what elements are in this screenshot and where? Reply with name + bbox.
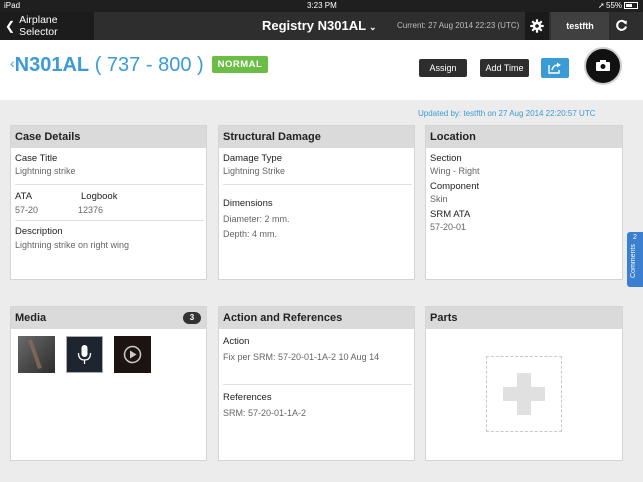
- registry-title-dropdown[interactable]: Registry N301AL ⌄: [262, 18, 377, 33]
- case-title-value: Lightning strike: [15, 166, 76, 176]
- component-label: Component: [430, 181, 480, 192]
- registration-heading: ‹N301AL ( 737 - 800 ): [10, 54, 204, 77]
- play-icon: [123, 345, 142, 364]
- srm-ata-value: 57-20-01: [430, 222, 467, 232]
- battery-percent: 55%: [606, 1, 623, 10]
- comments-count: 2: [633, 234, 637, 241]
- media-title: Media 3: [11, 307, 206, 329]
- parts-title: Parts: [426, 307, 622, 329]
- user-menu[interactable]: testfth: [551, 12, 609, 40]
- location-title: Location: [426, 126, 622, 148]
- add-time-button[interactable]: Add Time: [480, 59, 529, 77]
- description-label: Description: [15, 226, 63, 237]
- media-title-label: Media: [15, 312, 47, 324]
- media-thumbnail-video[interactable]: [114, 336, 151, 373]
- nav-bar: ❮ Airplane Selector Registry N301AL ⌄ Cur…: [0, 12, 643, 40]
- references-label: References: [223, 392, 272, 403]
- media-thumbnail-audio[interactable]: [66, 336, 103, 373]
- divider: [223, 184, 412, 185]
- structural-damage-title: Structural Damage: [219, 126, 414, 148]
- comments-label: Comments: [630, 244, 637, 278]
- plus-icon: [503, 373, 545, 415]
- structural-damage-card[interactable]: Structural Damage Damage Type Lightning …: [218, 125, 415, 280]
- status-bar: iPad 3:23 PM ➚ 55%: [0, 0, 643, 12]
- share-icon: [548, 62, 561, 74]
- description-value: Lightning strike on right wing: [15, 240, 130, 250]
- action-label: Action: [223, 336, 250, 347]
- logbook-label: Logbook: [81, 191, 118, 202]
- case-details-card[interactable]: Case Details Case Title Lightning strike…: [10, 125, 207, 280]
- back-label: Airplane Selector: [19, 14, 58, 38]
- updated-user[interactable]: testfth: [463, 109, 485, 118]
- settings-button[interactable]: [525, 12, 549, 40]
- logbook-value: 12376: [78, 205, 104, 215]
- dimensions-label: Dimensions: [223, 198, 273, 209]
- location-card[interactable]: Location Section Wing - Right Component …: [425, 125, 623, 280]
- location-arrow-icon: ➚: [598, 1, 605, 10]
- updated-label: Updated by:: [418, 109, 462, 118]
- camera-button[interactable]: [584, 47, 622, 85]
- microphone-icon: [77, 345, 92, 364]
- ata-label: ATA: [15, 191, 33, 202]
- registration-number: N301AL: [14, 54, 90, 76]
- updated-by: Updated by: testfth on 27 Aug 2014 22:20…: [418, 109, 596, 118]
- share-button[interactable]: [541, 58, 569, 78]
- action-references-title: Action and References: [219, 307, 414, 329]
- divider: [15, 184, 204, 185]
- media-thumbnail-photo[interactable]: [18, 336, 55, 373]
- references-value: SRM: 57-20-01-1A-2: [223, 408, 307, 418]
- comments-tab[interactable]: 2 Comments: [627, 232, 643, 287]
- gear-icon: [530, 19, 544, 33]
- divider: [15, 220, 204, 221]
- status-badge: NORMAL: [212, 56, 268, 73]
- action-value: Fix per SRM: 57-20-01-1A-2 10 Aug 14: [223, 352, 380, 362]
- srm-ata-label: SRM ATA: [430, 209, 471, 220]
- case-details-title: Case Details: [11, 126, 206, 148]
- component-value: Skin: [430, 194, 448, 204]
- registry-title: Registry N301AL: [262, 18, 367, 33]
- current-time: Current: 27 Aug 2014 22:23 (UTC): [397, 21, 520, 30]
- action-references-card[interactable]: Action and References Action Fix per SRM…: [218, 306, 415, 461]
- chevron-left-icon: ❮: [5, 19, 16, 33]
- battery-icon: [624, 2, 638, 9]
- media-card[interactable]: Media 3: [10, 306, 207, 461]
- aircraft-model: ( 737 - 800 ): [94, 54, 204, 76]
- refresh-icon: [616, 19, 627, 31]
- section-value: Wing - Right: [430, 166, 480, 176]
- camera-icon: [596, 60, 610, 71]
- damage-type-label: Damage Type: [223, 153, 282, 164]
- airplane-selector-back-button[interactable]: ❮ Airplane Selector: [0, 12, 94, 40]
- section-label: Section: [430, 153, 462, 164]
- clock: 3:23 PM: [307, 1, 337, 10]
- photo-thumbnail-icon: [28, 340, 42, 369]
- damage-type-value: Lightning Strike: [223, 166, 286, 176]
- divider: [223, 384, 412, 385]
- device-label: iPad: [4, 1, 21, 10]
- chevron-down-icon: ⌄: [369, 22, 377, 32]
- diameter-value: Diameter: 2 mm.: [223, 214, 290, 224]
- updated-time: on 27 Aug 2014 22:20:57 UTC: [487, 109, 596, 118]
- add-part-button[interactable]: [486, 356, 562, 432]
- case-title-label: Case Title: [15, 153, 58, 164]
- depth-value: Depth: 4 mm.: [223, 229, 278, 239]
- refresh-button[interactable]: [615, 19, 628, 37]
- ata-value: 57-20: [15, 205, 39, 215]
- assign-button[interactable]: Assign: [419, 59, 467, 77]
- media-count-badge: 3: [183, 312, 201, 324]
- parts-card[interactable]: Parts: [425, 306, 623, 461]
